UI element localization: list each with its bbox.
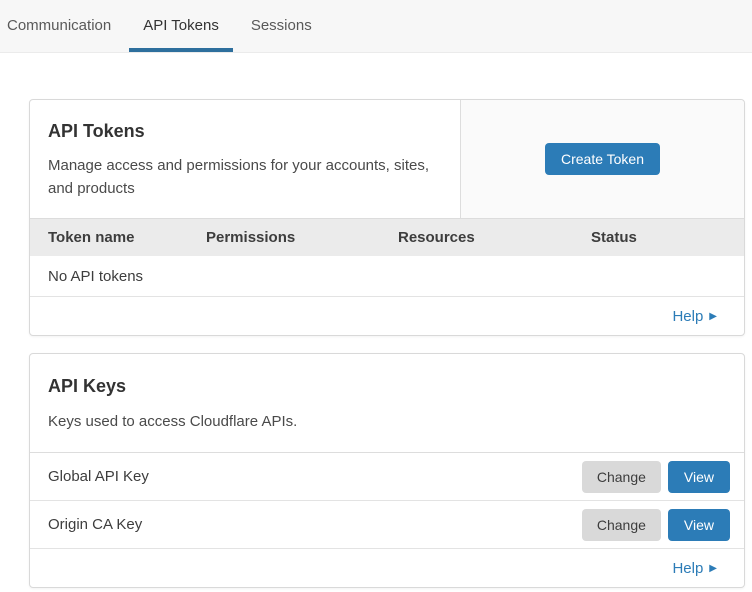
api-keys-description: Keys used to access Cloudflare APIs. xyxy=(48,410,444,433)
origin-ca-key-row: Origin CA Key Change View xyxy=(30,501,744,549)
api-keys-card: API Keys Keys used to access Cloudflare … xyxy=(29,353,745,588)
api-keys-card-header: API Keys Keys used to access Cloudflare … xyxy=(30,354,744,453)
api-tokens-help-link[interactable]: Help ▶ xyxy=(672,308,717,325)
origin-ca-key-view-button[interactable]: View xyxy=(668,509,730,541)
token-table-empty-row: No API tokens xyxy=(30,256,744,297)
api-tokens-title: API Tokens xyxy=(48,121,442,142)
origin-ca-key-label: Origin CA Key xyxy=(48,516,142,533)
api-keys-card-footer: Help ▶ xyxy=(30,549,744,587)
global-api-key-view-button[interactable]: View xyxy=(668,461,730,493)
help-link-label: Help xyxy=(672,560,703,577)
tab-communication[interactable]: Communication xyxy=(0,0,125,52)
column-permissions: Permissions xyxy=(188,229,380,246)
tab-api-tokens[interactable]: API Tokens xyxy=(129,0,233,52)
help-link-label: Help xyxy=(672,308,703,325)
column-token-name: Token name xyxy=(30,229,188,246)
arrow-right-icon: ▶ xyxy=(709,311,717,322)
global-api-key-actions: Change View xyxy=(582,461,730,493)
main-content: API Tokens Manage access and permissions… xyxy=(0,53,752,588)
api-tokens-card-text: API Tokens Manage access and permissions… xyxy=(30,100,460,218)
tab-bar: Communication API Tokens Sessions xyxy=(0,0,752,53)
global-api-key-label: Global API Key xyxy=(48,468,149,485)
column-resources: Resources xyxy=(380,229,573,246)
origin-ca-key-actions: Change View xyxy=(582,509,730,541)
create-token-button[interactable]: Create Token xyxy=(545,143,660,175)
global-api-key-change-button[interactable]: Change xyxy=(582,461,661,493)
empty-message: No API tokens xyxy=(48,268,143,285)
api-tokens-card-footer: Help ▶ xyxy=(30,297,744,335)
origin-ca-key-change-button[interactable]: Change xyxy=(582,509,661,541)
arrow-right-icon: ▶ xyxy=(709,563,717,574)
global-api-key-row: Global API Key Change View xyxy=(30,453,744,501)
column-status: Status xyxy=(573,229,744,246)
api-tokens-description: Manage access and permissions for your a… xyxy=(48,154,442,200)
api-tokens-card: API Tokens Manage access and permissions… xyxy=(29,99,745,336)
api-tokens-card-header: API Tokens Manage access and permissions… xyxy=(30,100,744,218)
api-keys-title: API Keys xyxy=(48,376,726,397)
api-keys-help-link[interactable]: Help ▶ xyxy=(672,560,717,577)
tab-sessions[interactable]: Sessions xyxy=(237,0,326,52)
token-table-header: Token name Permissions Resources Status xyxy=(30,218,744,256)
api-tokens-card-actions: Create Token xyxy=(460,100,744,218)
